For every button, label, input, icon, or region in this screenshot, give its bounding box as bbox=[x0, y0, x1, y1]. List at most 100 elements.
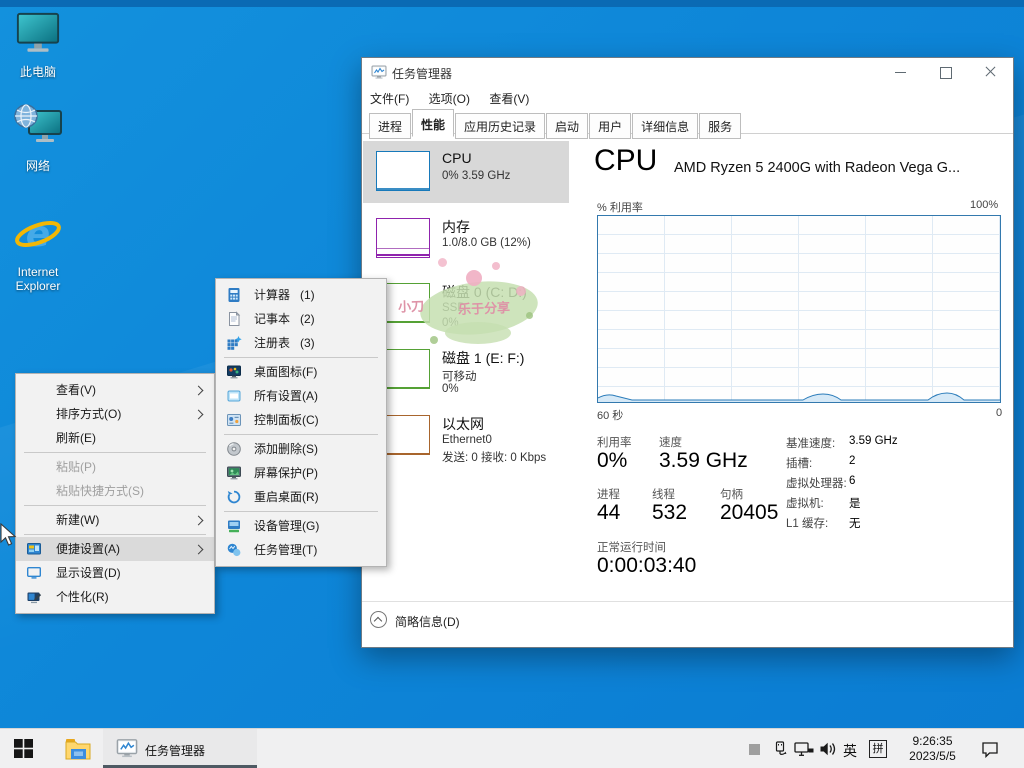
submenu-item-notepad[interactable]: 记事本 (2) bbox=[216, 307, 386, 331]
context-item-display-settings[interactable]: 显示设置(D) bbox=[16, 561, 214, 585]
context-item-paste: 粘贴(P) bbox=[56, 460, 96, 474]
personalize-icon bbox=[27, 592, 42, 604]
desktop-icon-network[interactable]: 网络 bbox=[5, 103, 71, 173]
sidebar-item-disk0[interactable]: 磁盘 0 (C: D:) SSD 0% bbox=[363, 273, 569, 339]
registry-icon bbox=[227, 336, 242, 350]
chart-x-right: 0 bbox=[996, 407, 1003, 419]
display-settings-icon bbox=[27, 567, 42, 579]
tab-details[interactable]: 详细信息 bbox=[632, 113, 699, 139]
fewer-details-label[interactable]: 简略信息(D) bbox=[395, 613, 460, 630]
menu-bar: 文件(F) 选项(O) 查看(V) bbox=[362, 86, 1013, 108]
quick-settings-submenu: 计算器 (1) 记事本 (2) 注册表 (3) 桌面图标(F) 所有设置(A) … bbox=[215, 278, 387, 567]
submenu-item-screensaver[interactable]: 屏幕保护(P) bbox=[216, 461, 386, 485]
desktop[interactable]: 此电脑 网络 e Internet Explorer 任务管理器 文件(F) 选… bbox=[0, 0, 1024, 768]
chevron-right-icon bbox=[193, 409, 204, 419]
chevron-right-icon bbox=[193, 385, 204, 395]
calculator-icon bbox=[228, 288, 240, 302]
notepad-icon bbox=[229, 311, 241, 326]
menu-options[interactable]: 选项(O) bbox=[421, 86, 478, 107]
menu-separator bbox=[224, 434, 378, 435]
submenu-item-registry[interactable]: 注册表 (3) bbox=[216, 331, 386, 355]
tab-startup[interactable]: 启动 bbox=[546, 113, 589, 139]
tab-users[interactable]: 用户 bbox=[589, 113, 632, 139]
file-explorer-button[interactable] bbox=[56, 729, 100, 768]
speed-label: 速度 bbox=[659, 437, 682, 449]
context-item-refresh[interactable]: 刷新(E) bbox=[16, 426, 214, 450]
context-item-personalize[interactable]: 个性化(R) bbox=[16, 585, 214, 609]
submenu-item-calculator[interactable]: 计算器 (1) bbox=[216, 283, 386, 307]
context-item-quick-settings[interactable]: 便捷设置(A) bbox=[16, 537, 214, 561]
l1-cache-label: L1 缓存: bbox=[786, 518, 829, 530]
context-item-view[interactable]: 查看(V) bbox=[16, 378, 214, 402]
device-manager-icon bbox=[228, 520, 240, 533]
start-button[interactable] bbox=[0, 729, 48, 768]
volume-tray-icon[interactable] bbox=[819, 741, 837, 757]
network-tray-icon[interactable] bbox=[794, 742, 814, 757]
submenu-item-desktop-icons[interactable]: 桌面图标(F) bbox=[216, 360, 386, 384]
usb-tray-icon[interactable] bbox=[772, 741, 788, 757]
task-manager-small-icon bbox=[227, 543, 241, 557]
tab-services[interactable]: 服务 bbox=[699, 113, 742, 139]
context-item-new[interactable]: 新建(W) bbox=[16, 508, 214, 532]
screensaver-icon bbox=[227, 466, 241, 480]
taskbar-button-label: 任务管理器 bbox=[145, 744, 206, 758]
sidebar-item-ethernet[interactable]: 以太网 Ethernet0 发送: 0 接收: 0 Kbps bbox=[363, 405, 569, 471]
desktop-icon-this-pc[interactable]: 此电脑 bbox=[5, 11, 71, 79]
tab-processes[interactable]: 进程 bbox=[369, 113, 412, 139]
cpu-subtitle: AMD Ryzen 5 2400G with Radeon Vega G... bbox=[674, 160, 961, 176]
all-settings-icon bbox=[227, 390, 241, 402]
submenu-item-control-panel[interactable]: 控制面板(C) bbox=[216, 408, 386, 432]
speed-value: 3.59 GHz bbox=[659, 449, 748, 472]
collapse-toggle[interactable] bbox=[370, 611, 387, 628]
menu-separator bbox=[224, 511, 378, 512]
taskbar: 任务管理器 英 拼 9:26:35 2023/5/5 bbox=[0, 728, 1024, 768]
svg-text:e: e bbox=[26, 214, 50, 255]
chevron-right-icon bbox=[193, 544, 204, 554]
desktop-top-band bbox=[0, 0, 1024, 7]
mouse-cursor bbox=[0, 523, 17, 546]
base-speed-label: 基准速度: bbox=[786, 438, 836, 450]
menu-separator bbox=[24, 505, 206, 506]
submenu-item-add-remove[interactable]: 添加删除(S) bbox=[216, 437, 386, 461]
this-pc-icon bbox=[16, 12, 60, 52]
task-manager-icon bbox=[116, 739, 138, 758]
uptime-value: 0:00:03:40 bbox=[597, 554, 697, 577]
menu-file[interactable]: 文件(F) bbox=[362, 86, 417, 107]
sidebar-item-disk1[interactable]: 磁盘 1 (E: F:) 可移动 0% bbox=[363, 339, 569, 405]
context-item-sort-by[interactable]: 排序方式(O) bbox=[16, 402, 214, 426]
show-hidden-icons[interactable] bbox=[749, 744, 760, 755]
minimize-button[interactable] bbox=[878, 58, 923, 86]
virtual-machine-label: 虚拟机: bbox=[786, 498, 824, 510]
sockets-value: 2 bbox=[849, 455, 856, 467]
submenu-item-device-manager[interactable]: 设备管理(G) bbox=[216, 514, 386, 538]
maximize-button[interactable] bbox=[923, 58, 968, 86]
uptime-label: 正常运行时间 bbox=[597, 542, 666, 554]
tab-performance[interactable]: 性能 bbox=[412, 109, 455, 137]
virtual-processors-value: 6 bbox=[849, 475, 856, 487]
ime-language-indicator[interactable]: 英 bbox=[843, 741, 857, 761]
title-bar[interactable]: 任务管理器 bbox=[362, 58, 1013, 86]
l1-cache-value: 无 bbox=[849, 518, 861, 530]
chart-y-max: 100% bbox=[970, 199, 999, 211]
desktop-icon-internet-explorer[interactable]: e Internet Explorer bbox=[5, 213, 71, 293]
cpu-heading: CPU bbox=[594, 144, 658, 177]
virtual-machine-value: 是 bbox=[849, 498, 861, 510]
chart-x-left: 60 秒 bbox=[597, 410, 624, 422]
taskbar-clock[interactable]: 9:26:35 2023/5/5 bbox=[895, 734, 970, 764]
submenu-item-all-settings[interactable]: 所有设置(A) bbox=[216, 384, 386, 408]
sidebar-item-cpu[interactable]: CPU 0% 3.59 GHz bbox=[363, 141, 569, 203]
ime-mode-indicator[interactable]: 拼 bbox=[869, 740, 887, 758]
submenu-item-task-manager[interactable]: 任务管理(T) bbox=[216, 538, 386, 562]
close-button[interactable] bbox=[968, 58, 1013, 86]
menu-view[interactable]: 查看(V) bbox=[481, 86, 537, 107]
tab-app-history[interactable]: 应用历史记录 bbox=[455, 113, 546, 139]
sidebar-item-memory[interactable]: 内存 1.0/8.0 GB (12%) bbox=[363, 208, 569, 270]
desktop-icons-icon bbox=[227, 365, 241, 379]
util-value: 0% bbox=[597, 449, 628, 472]
threads-label: 线程 bbox=[652, 489, 675, 501]
taskbar-task-manager-button[interactable]: 任务管理器 bbox=[103, 729, 257, 768]
handles-value: 20405 bbox=[720, 501, 779, 524]
file-explorer-icon bbox=[65, 739, 91, 760]
submenu-item-restart-desktop[interactable]: 重启桌面(R) bbox=[216, 485, 386, 509]
action-center-icon[interactable] bbox=[981, 741, 999, 758]
